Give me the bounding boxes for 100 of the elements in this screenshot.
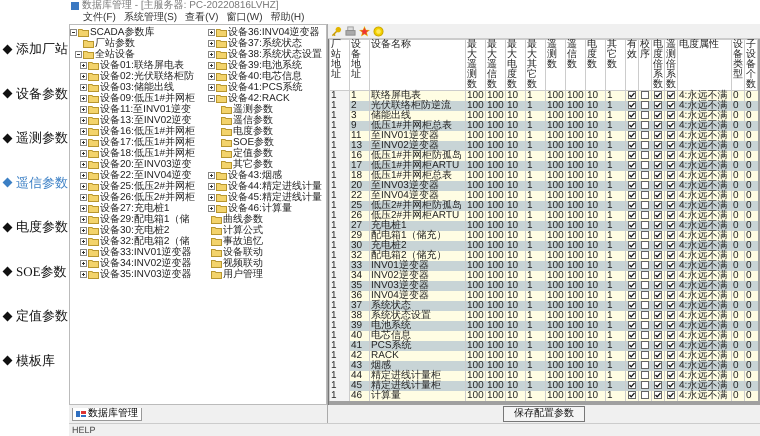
checkbox[interactable] — [654, 311, 662, 320]
checkbox[interactable] — [641, 231, 649, 240]
checkbox[interactable] — [667, 231, 675, 240]
expand-icon[interactable] — [80, 172, 87, 179]
checkbox[interactable] — [641, 251, 649, 260]
checkbox[interactable] — [654, 361, 662, 370]
column-header[interactable]: 设备地址 — [350, 40, 370, 90]
checkbox[interactable] — [641, 201, 649, 210]
checkbox[interactable] — [654, 121, 662, 130]
checkbox[interactable] — [628, 121, 636, 130]
checkbox[interactable] — [667, 141, 675, 150]
tree-item[interactable]: 设备37:系统状态 — [198, 38, 326, 49]
checkbox[interactable] — [628, 271, 636, 280]
menu-item[interactable]: 帮助(H) — [270, 12, 304, 24]
tree-item[interactable]: 计算公式 — [198, 225, 326, 236]
checkbox[interactable] — [628, 231, 636, 240]
checkbox[interactable] — [654, 331, 662, 340]
checkbox[interactable] — [667, 301, 675, 310]
tree-item[interactable]: 用户管理 — [198, 269, 326, 280]
expand-icon[interactable] — [80, 150, 87, 157]
expand-icon[interactable] — [80, 183, 87, 190]
checkbox[interactable] — [654, 261, 662, 270]
checkbox[interactable] — [654, 181, 662, 190]
checkbox[interactable] — [641, 331, 649, 340]
expand-icon[interactable] — [208, 51, 215, 58]
checkbox[interactable] — [628, 371, 636, 380]
checkbox[interactable] — [654, 301, 662, 310]
expand-icon[interactable] — [80, 205, 87, 212]
expand-icon[interactable] — [208, 205, 215, 212]
nav-item[interactable]: SOE参数 — [2, 262, 69, 281]
checkbox[interactable] — [628, 281, 636, 290]
checkbox[interactable] — [641, 281, 649, 290]
checkbox[interactable] — [641, 111, 649, 120]
checkbox[interactable] — [667, 251, 675, 260]
checkbox[interactable] — [667, 361, 675, 370]
column-header[interactable]: 设备名称 — [370, 40, 466, 90]
checkbox[interactable] — [667, 181, 675, 190]
checkbox[interactable] — [654, 251, 662, 260]
column-header[interactable]: 最大遥测数 — [466, 40, 486, 90]
checkbox[interactable] — [667, 161, 675, 170]
checkbox[interactable] — [667, 371, 675, 380]
column-header[interactable]: 其它数 — [606, 40, 626, 90]
checkbox[interactable] — [628, 161, 636, 170]
tree-item[interactable]: 设备44:精定进线计量 — [198, 181, 326, 192]
expand-icon[interactable] — [80, 117, 87, 124]
checkbox[interactable] — [667, 331, 675, 340]
checkbox[interactable] — [667, 351, 675, 360]
nav-item[interactable]: 遥信参数 — [2, 174, 69, 192]
checkbox[interactable] — [641, 181, 649, 190]
checkbox[interactable] — [654, 371, 662, 380]
checkbox[interactable] — [628, 101, 636, 110]
column-header[interactable]: 电度数 — [586, 40, 606, 90]
checkbox[interactable] — [641, 131, 649, 140]
tree-item[interactable]: 设备30:充电桩2 — [70, 225, 198, 236]
column-header[interactable]: 校序 — [638, 40, 652, 90]
checkbox[interactable] — [667, 341, 675, 350]
expand-icon[interactable] — [80, 128, 87, 135]
checkbox[interactable] — [654, 131, 662, 140]
checkbox[interactable] — [641, 241, 649, 250]
checkbox[interactable] — [654, 191, 662, 200]
column-header[interactable]: 最大遥信数 — [486, 40, 506, 90]
nav-item[interactable]: 定值参数 — [2, 307, 69, 326]
checkbox[interactable] — [667, 101, 675, 110]
column-header[interactable]: 最大电度数 — [506, 40, 526, 90]
checkbox[interactable] — [641, 371, 649, 380]
star-icon[interactable] — [359, 26, 370, 36]
tree-item[interactable]: 设备01:联络屏电表 — [70, 60, 198, 71]
column-header[interactable]: 厂站地址 — [330, 40, 350, 90]
tree-item[interactable]: 遥测参数 — [198, 104, 326, 115]
checkbox[interactable] — [641, 311, 649, 320]
tree-item[interactable]: 设备35:INV03逆变器 — [70, 269, 198, 280]
checkbox[interactable] — [667, 91, 675, 100]
tree-item[interactable]: 厂站参数 — [70, 38, 198, 49]
tree-item[interactable]: 设备16:低压1#并网柜 — [70, 126, 198, 137]
tree-item[interactable]: 事故追忆 — [198, 236, 326, 247]
checkbox[interactable] — [654, 381, 662, 390]
tree-item[interactable]: 设备26:低压2#并网柜 — [70, 192, 198, 203]
checkbox[interactable] — [654, 211, 662, 220]
expand-icon[interactable] — [80, 227, 87, 234]
expand-icon[interactable] — [80, 216, 87, 223]
expand-icon[interactable] — [208, 84, 215, 91]
expand-icon[interactable] — [80, 95, 87, 102]
checkbox[interactable] — [628, 381, 636, 390]
nav-item[interactable]: 模板库 — [2, 352, 69, 370]
checkbox[interactable] — [628, 391, 636, 400]
checkbox[interactable] — [654, 231, 662, 240]
checkbox[interactable] — [654, 201, 662, 210]
checkbox[interactable] — [641, 271, 649, 280]
menu-item[interactable]: 窗口(W) — [226, 12, 263, 24]
expand-icon[interactable] — [80, 84, 87, 91]
nav-item[interactable]: 遥测参数 — [2, 129, 69, 148]
checkbox[interactable] — [654, 101, 662, 110]
checkbox[interactable] — [628, 241, 636, 250]
expand-icon[interactable] — [208, 172, 215, 179]
checkbox[interactable] — [628, 211, 636, 220]
checkbox[interactable] — [628, 351, 636, 360]
column-header[interactable]: 最大其它数 — [526, 40, 546, 90]
tree-item[interactable]: 设备18:低压1#并网柜 — [70, 148, 198, 159]
checkbox[interactable] — [667, 311, 675, 320]
tree-item[interactable]: 设备13:至INV02逆变 — [70, 115, 198, 126]
